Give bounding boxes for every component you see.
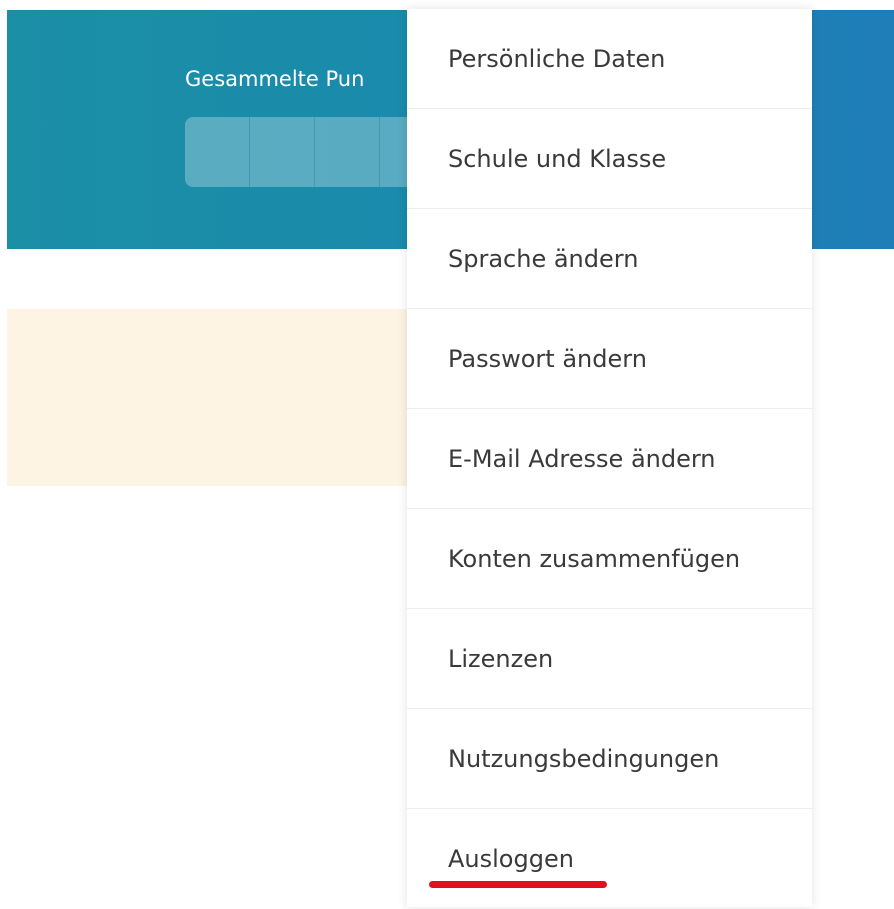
menu-item-label: Ausloggen	[448, 845, 574, 873]
menu-item-label: Nutzungsbedingungen	[448, 744, 720, 773]
menu-item-label: Persönliche Daten	[448, 44, 666, 73]
menu-item-change-password[interactable]: Passwort ändern	[407, 309, 812, 409]
menu-item-terms-of-use[interactable]: Nutzungsbedingungen	[407, 709, 812, 809]
highlight-underline	[429, 881, 607, 888]
menu-item-label: Lizenzen	[448, 644, 554, 673]
menu-item-label: Sprache ändern	[448, 244, 639, 273]
menu-item-label: E-Mail Adresse ändern	[448, 444, 716, 473]
menu-item-label: Konten zusammenfügen	[448, 544, 741, 573]
points-segment	[185, 117, 250, 187]
menu-item-change-language[interactable]: Sprache ändern	[407, 209, 812, 309]
menu-item-personal-data[interactable]: Persönliche Daten	[407, 9, 812, 109]
menu-item-change-email[interactable]: E-Mail Adresse ändern	[407, 409, 812, 509]
points-segment	[250, 117, 315, 187]
menu-item-logout[interactable]: Ausloggen	[407, 809, 812, 909]
menu-item-label: Schule und Klasse	[448, 144, 667, 173]
notice-panel	[7, 309, 417, 486]
menu-item-licenses[interactable]: Lizenzen	[407, 609, 812, 709]
points-segment	[315, 117, 380, 187]
account-dropdown-menu: Persönliche Daten Schule und Klasse Spra…	[407, 9, 812, 907]
menu-item-merge-accounts[interactable]: Konten zusammenfügen	[407, 509, 812, 609]
menu-item-label: Passwort ändern	[448, 344, 647, 373]
menu-item-school-and-class[interactable]: Schule und Klasse	[407, 109, 812, 209]
points-progress-bar	[185, 117, 445, 187]
points-title: Gesammelte Pun	[185, 67, 365, 91]
